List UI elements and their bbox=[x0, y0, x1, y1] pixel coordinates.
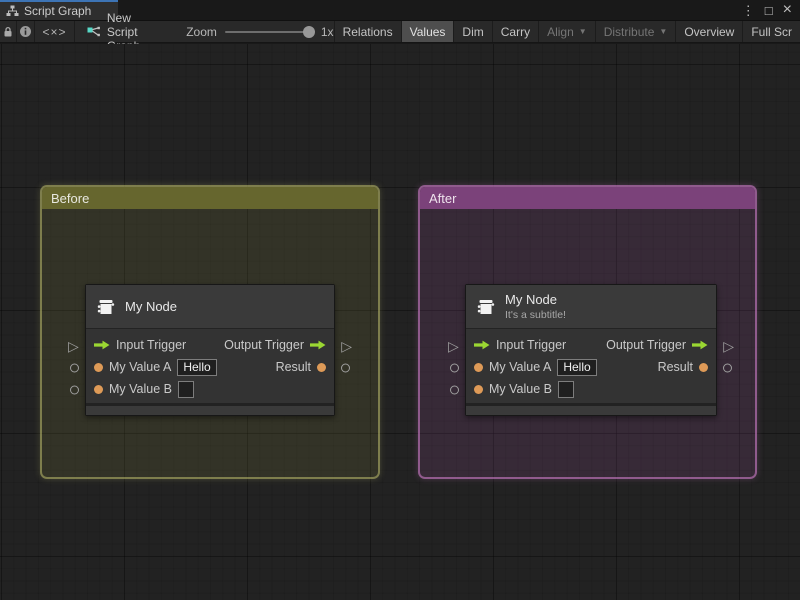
exterior-value-port-icon[interactable] bbox=[70, 363, 79, 373]
graph-icon bbox=[87, 26, 101, 38]
exterior-value-port-icon[interactable] bbox=[450, 363, 459, 373]
node-subtitle: It's a subtitle! bbox=[505, 308, 566, 321]
input-trigger-label: Input Trigger bbox=[496, 338, 567, 352]
lock-button[interactable] bbox=[0, 21, 17, 42]
flow-out-arrow-icon[interactable] bbox=[310, 340, 326, 350]
window-controls: ⋮ □ × bbox=[742, 0, 800, 20]
value-port-icon[interactable] bbox=[94, 362, 103, 372]
zoom-control: Zoom 1x bbox=[186, 21, 333, 42]
zoom-slider[interactable] bbox=[224, 25, 315, 38]
result-label: Result bbox=[275, 360, 311, 374]
value-a-field[interactable]: Hello bbox=[557, 358, 597, 376]
value-port-icon[interactable] bbox=[474, 384, 483, 394]
port-row-value-b: My Value B bbox=[86, 378, 334, 400]
exterior-flow-port-icon[interactable]: ▷ bbox=[723, 339, 734, 353]
graph-toolbar: <×> New Script Graph Zoom 1x Relations bbox=[0, 11, 800, 53]
flow-out-arrow-icon[interactable] bbox=[692, 340, 708, 350]
exterior-flow-port-icon[interactable]: ▷ bbox=[448, 339, 459, 353]
values-toggle[interactable]: Values bbox=[400, 21, 454, 42]
relations-toggle[interactable]: Relations bbox=[333, 21, 401, 42]
distribute-dropdown[interactable]: Distribute ▼ bbox=[594, 21, 676, 42]
exterior-value-port-icon[interactable] bbox=[70, 385, 79, 395]
carry-toggle[interactable]: Carry bbox=[491, 21, 538, 42]
node-before-body: Input Trigger Output Trigger My Value A … bbox=[86, 329, 334, 403]
code-view-button[interactable]: <×> bbox=[35, 21, 75, 42]
value-b-field[interactable] bbox=[178, 380, 194, 398]
hierarchy-icon bbox=[6, 5, 19, 17]
group-before-header[interactable]: Before bbox=[42, 187, 378, 209]
group-before-title: Before bbox=[51, 190, 90, 206]
node-before[interactable]: My Node Input Trigger Output Trigger My … bbox=[68, 284, 352, 416]
graph-name[interactable]: New Script Graph bbox=[87, 11, 156, 53]
toolbar-toggles: Relations Values Dim Carry Align ▼ Distr… bbox=[333, 21, 800, 42]
graph-canvas[interactable]: Before After My Node Input Trigger Outpu… bbox=[0, 44, 800, 600]
group-after-header[interactable]: After bbox=[420, 187, 755, 209]
exterior-flow-port-icon[interactable]: ▷ bbox=[341, 339, 352, 353]
exterior-value-port-icon[interactable] bbox=[341, 363, 350, 373]
node-before-header[interactable]: My Node bbox=[86, 285, 334, 329]
group-after-title: After bbox=[429, 190, 457, 206]
align-label: Align bbox=[547, 24, 574, 39]
node-after-header[interactable]: My Node It's a subtitle! bbox=[466, 285, 716, 329]
align-dropdown[interactable]: Align ▼ bbox=[538, 21, 595, 42]
value-b-label: My Value B bbox=[489, 382, 552, 396]
info-icon bbox=[19, 25, 32, 38]
value-a-label: My Value A bbox=[109, 360, 172, 374]
close-icon[interactable]: × bbox=[783, 2, 792, 18]
overview-button[interactable]: Overview bbox=[675, 21, 742, 42]
script-graph-window: Script Graph ⋮ □ × <×> New Script Zoom 1… bbox=[0, 0, 800, 600]
tab-script-graph[interactable]: Script Graph bbox=[0, 0, 118, 20]
value-a-field[interactable]: Hello bbox=[177, 358, 217, 376]
port-row-trigger: Input Trigger Output Trigger bbox=[466, 334, 716, 356]
result-label: Result bbox=[657, 360, 693, 374]
code-icon: <×> bbox=[42, 24, 67, 39]
maximize-icon[interactable]: □ bbox=[765, 4, 773, 17]
tab-title: Script Graph bbox=[24, 4, 92, 18]
info-button[interactable] bbox=[17, 21, 36, 42]
node-after-body: Input Trigger Output Trigger My Value A … bbox=[466, 329, 716, 403]
value-b-field[interactable] bbox=[558, 380, 574, 398]
output-trigger-label: Output Trigger bbox=[224, 338, 304, 352]
node-title: My Node bbox=[125, 298, 178, 314]
zoom-slider-handle[interactable] bbox=[302, 25, 315, 38]
node-title: My Node bbox=[505, 291, 558, 307]
exterior-flow-port-icon[interactable]: ▷ bbox=[68, 339, 79, 353]
chevron-down-icon: ▼ bbox=[578, 27, 587, 36]
port-row-trigger: Input Trigger Output Trigger bbox=[86, 334, 334, 356]
port-row-value-b: My Value B bbox=[466, 378, 716, 400]
zoom-value: 1x bbox=[320, 24, 334, 39]
value-a-label: My Value A bbox=[489, 360, 552, 374]
value-port-icon[interactable] bbox=[699, 362, 708, 372]
flow-in-arrow-icon[interactable] bbox=[474, 340, 490, 350]
value-port-icon[interactable] bbox=[317, 362, 326, 372]
node-footer bbox=[86, 406, 334, 415]
value-port-icon[interactable] bbox=[94, 384, 103, 394]
unit-icon bbox=[476, 297, 496, 317]
dim-toggle[interactable]: Dim bbox=[453, 21, 491, 42]
flow-in-arrow-icon[interactable] bbox=[94, 340, 110, 350]
port-row-value-a: My Value A Hello Result bbox=[466, 356, 716, 378]
exterior-value-port-icon[interactable] bbox=[723, 363, 732, 373]
output-trigger-label: Output Trigger bbox=[606, 338, 686, 352]
value-port-icon[interactable] bbox=[474, 362, 483, 372]
fullscreen-button[interactable]: Full Scr bbox=[742, 21, 800, 42]
distribute-label: Distribute bbox=[603, 24, 655, 39]
lock-icon bbox=[2, 26, 14, 38]
window-menu-icon[interactable]: ⋮ bbox=[742, 4, 755, 17]
zoom-label: Zoom bbox=[186, 24, 217, 39]
exterior-value-port-icon[interactable] bbox=[450, 385, 459, 395]
unit-icon bbox=[96, 297, 116, 317]
port-row-value-a: My Value A Hello Result bbox=[86, 356, 334, 378]
node-after[interactable]: My Node It's a subtitle! Input Trigger O… bbox=[448, 284, 734, 416]
input-trigger-label: Input Trigger bbox=[116, 338, 187, 352]
value-b-label: My Value B bbox=[109, 382, 172, 396]
node-footer bbox=[466, 406, 716, 415]
chevron-down-icon: ▼ bbox=[659, 27, 668, 36]
